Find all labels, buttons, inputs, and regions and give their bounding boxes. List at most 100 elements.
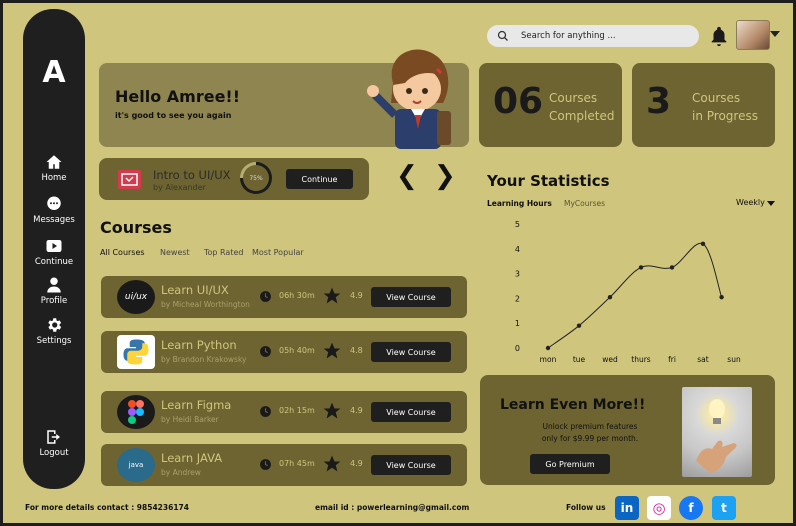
x-tick-label: mon <box>540 355 557 364</box>
greeting-title: Hello Amree!! <box>115 87 241 106</box>
clock-icon <box>260 346 271 357</box>
gear-icon <box>48 318 62 332</box>
greeting-subtitle: it's good to see you again <box>115 111 232 120</box>
chevron-right-icon[interactable]: ❯ <box>434 161 456 191</box>
learning-hours-chart: 0 1 2 3 4 5 mon tue wed thurs fri sat sun <box>515 220 741 364</box>
star-icon <box>323 287 341 304</box>
promo-line1: Unlock premium features <box>542 422 638 431</box>
course-title: Learn Python <box>161 338 237 352</box>
java-logo: java <box>117 448 155 482</box>
star-icon <box>323 402 341 419</box>
play-icon <box>46 240 62 252</box>
facebook-icon[interactable]: f <box>679 496 703 520</box>
app-logo: A <box>42 55 66 90</box>
stat-label-line2: Completed <box>549 109 615 123</box>
footer-follow-label: Follow us <box>566 503 606 512</box>
course-author: by Andrew <box>161 468 201 477</box>
clock-icon <box>260 291 271 302</box>
current-course-title: Intro to UI/UX <box>153 168 231 182</box>
view-course-button[interactable]: View Course <box>371 455 451 475</box>
course-row: ui/ux Learn UI/UX by Micheal Worthington… <box>101 276 467 318</box>
sidebar-item-label: Home <box>41 173 67 183</box>
view-course-button[interactable]: View Course <box>371 287 451 307</box>
progress-ring: 75% <box>240 162 272 194</box>
sidebar-item-label: Continue <box>34 257 74 267</box>
sidebar-item-profile[interactable]: Profile <box>23 276 85 306</box>
stat-label-line2: in Progress <box>692 109 758 123</box>
y-tick-label: 1 <box>515 319 520 328</box>
stat-number: 06 <box>493 81 544 122</box>
current-course-author: by Alexander <box>153 183 206 192</box>
filter-most-popular[interactable]: Most Popular <box>252 248 304 257</box>
figma-logo <box>117 395 155 429</box>
sidebar-item-settings[interactable]: Settings <box>23 316 85 346</box>
tab-learning-hours[interactable]: Learning Hours <box>487 199 552 208</box>
y-tick-label: 0 <box>515 344 520 353</box>
stat-label-line1: Courses <box>549 91 598 105</box>
user-icon <box>47 277 61 293</box>
sidebar-item-continue[interactable]: Continue <box>23 237 85 267</box>
data-point <box>638 265 644 270</box>
chevron-down-icon[interactable] <box>770 31 780 37</box>
x-tick-label: sat <box>697 355 709 364</box>
search-bar[interactable]: Search for anything ... <box>487 25 699 47</box>
sidebar-item-label: Settings <box>36 336 72 346</box>
search-input[interactable]: Search for anything ... <box>521 31 616 41</box>
course-row: java Learn JAVA by Andrew 07h 45m 4.9 Vi… <box>101 444 467 486</box>
course-title: Learn UI/UX <box>161 283 229 297</box>
logout-button[interactable]: Logout <box>23 428 85 458</box>
data-point <box>700 241 706 247</box>
avatar[interactable] <box>736 20 770 50</box>
footer-email: email id : powerlearning@gmail.com <box>315 503 470 512</box>
y-tick-label: 2 <box>515 294 520 303</box>
course-duration: 02h 15m <box>279 406 315 415</box>
promo-title: Learn Even More!! <box>500 397 646 413</box>
course-row: Learn Figma by Heidi Barker 02h 15m 4.9 … <box>101 391 467 433</box>
series-line <box>547 242 723 349</box>
filter-all-courses[interactable]: All Courses <box>100 248 145 257</box>
view-course-button[interactable]: View Course <box>371 402 451 422</box>
search-icon <box>497 30 508 41</box>
instagram-icon[interactable]: ◎ <box>647 496 671 520</box>
messages-icon <box>47 196 61 210</box>
twitter-icon[interactable]: t <box>712 496 736 520</box>
linkedin-icon[interactable]: in <box>615 496 639 520</box>
chevron-down-icon[interactable] <box>767 201 775 206</box>
course-row: Learn Python by Brandon Krakowsky 05h 40… <box>101 331 467 373</box>
go-premium-button[interactable]: Go Premium <box>530 454 610 474</box>
data-point <box>719 294 724 300</box>
promo-line2: only for $9.99 per month. <box>541 434 639 443</box>
filter-top-rated[interactable]: Top Rated <box>204 248 243 257</box>
courses-title: Courses <box>100 218 172 237</box>
continue-button[interactable]: Continue <box>286 169 353 189</box>
star-icon <box>323 342 341 359</box>
sidebar-item-label: Messages <box>33 215 75 225</box>
data-point <box>669 265 675 270</box>
filter-newest[interactable]: Newest <box>160 248 190 257</box>
promo-text: Unlock premium features only for $9.99 p… <box>500 421 680 445</box>
x-tick-label: thurs <box>631 355 651 364</box>
python-logo <box>117 335 155 369</box>
course-rating: 4.9 <box>350 291 363 300</box>
sidebar-item-home[interactable]: Home <box>23 153 85 183</box>
course-rating: 4.9 <box>350 459 363 468</box>
period-select[interactable]: Weekly <box>736 198 765 207</box>
stat-number: 3 <box>646 81 672 122</box>
greeting-card: Hello Amree!! it's good to see you again <box>99 49 469 149</box>
sidebar-item-label: Profile <box>40 296 68 306</box>
course-title: Learn JAVA <box>161 451 223 465</box>
view-course-button[interactable]: View Course <box>371 342 451 362</box>
data-point <box>576 323 582 328</box>
data-point <box>545 345 551 351</box>
tab-my-courses[interactable]: MyCourses <box>564 199 605 208</box>
y-tick-label: 5 <box>515 220 520 229</box>
chevron-left-icon[interactable]: ❮ <box>396 161 418 191</box>
stat-card-completed: 06 Courses Completed <box>479 63 622 147</box>
data-point <box>607 294 613 300</box>
bell-icon[interactable] <box>708 25 730 47</box>
course-title: Learn Figma <box>161 398 232 412</box>
course-icon <box>118 170 141 189</box>
x-tick-label: tue <box>573 355 586 364</box>
course-rating: 4.9 <box>350 406 363 415</box>
sidebar-item-messages[interactable]: Messages <box>23 195 85 225</box>
